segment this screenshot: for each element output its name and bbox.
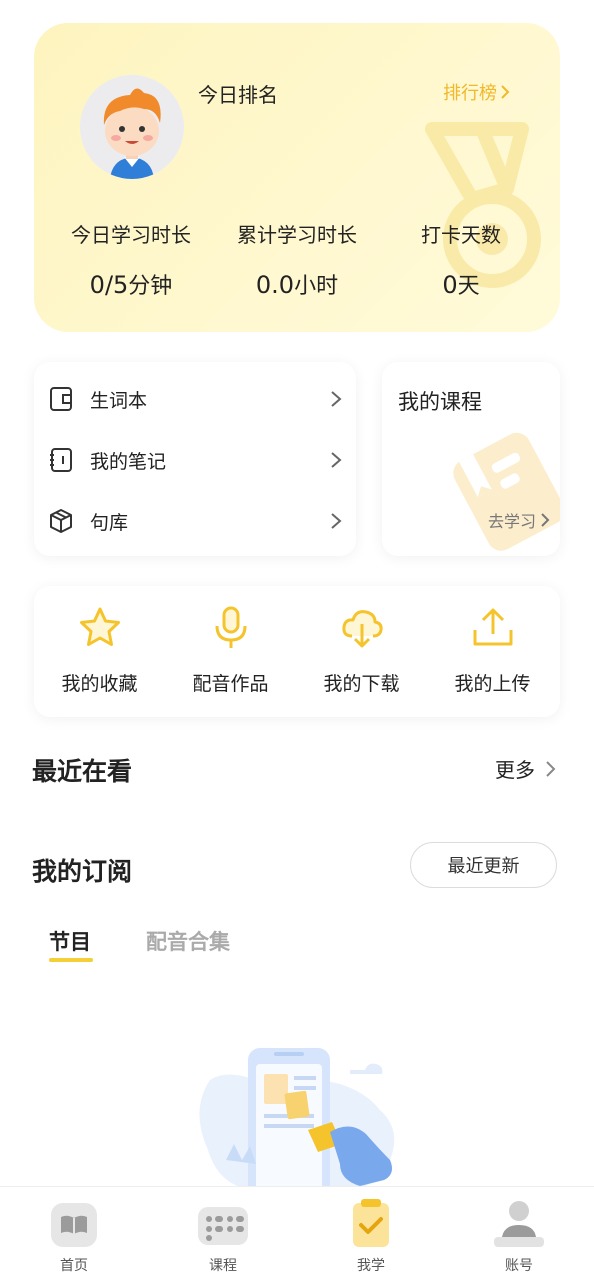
action-downloads[interactable]: 我的下载 — [296, 604, 427, 696]
user-icon — [494, 1201, 544, 1247]
leaderboard-link[interactable]: 排行榜 — [443, 79, 510, 105]
stat-number: 0.0 — [255, 271, 295, 299]
stat-unit: 分钟 — [128, 274, 173, 299]
nav-label: 我学 — [357, 1258, 385, 1274]
stat-value: 0.0小时 — [212, 268, 382, 300]
grid-icon — [198, 1207, 248, 1245]
action-uploads[interactable]: 我的上传 — [427, 604, 558, 696]
tool-wordbook[interactable]: 生词本 — [34, 379, 356, 419]
nav-label: 课程 — [209, 1258, 237, 1274]
active-tab-indicator — [49, 958, 93, 962]
action-label: 配音作品 — [192, 673, 269, 695]
chevron-right-icon — [331, 452, 342, 468]
stat-label: 今日学习时长 — [71, 223, 191, 247]
stat-label: 打卡天数 — [421, 223, 501, 247]
my-courses-card[interactable]: 我的课程 去学习 — [382, 362, 560, 556]
chevron-right-icon — [541, 513, 550, 527]
stat-value: 0天 — [376, 268, 546, 300]
star-icon — [79, 607, 120, 646]
stat-unit: 天 — [457, 274, 480, 299]
nav-my-study[interactable]: 我学 — [316, 1197, 426, 1275]
tab-programs[interactable]: 节目 — [49, 926, 91, 956]
nav-courses[interactable]: 课程 — [168, 1197, 278, 1275]
stat-value: 0/5分钟 — [46, 268, 216, 300]
microphone-icon — [215, 606, 246, 648]
tool-sentences[interactable]: 句库 — [34, 501, 356, 541]
go-study-label: 去学习 — [488, 512, 537, 531]
cloud-download-icon — [341, 610, 383, 648]
rank-title: 今日排名 — [198, 83, 278, 107]
study-tools-card: 生词本 我的笔记 句库 — [34, 362, 356, 556]
course-title: 我的课程 — [398, 390, 482, 414]
more-label: 更多 — [495, 758, 535, 782]
recent-update-button[interactable]: 最近更新 — [410, 842, 557, 888]
stat-unit: 小时 — [294, 274, 339, 299]
go-study-link[interactable]: 去学习 — [488, 508, 550, 532]
action-label: 我的上传 — [454, 673, 531, 695]
nav-account[interactable]: 账号 — [464, 1197, 574, 1275]
course-book-icon — [453, 432, 560, 551]
notebook-icon — [50, 448, 72, 472]
book-icon — [51, 1203, 97, 1247]
tool-notes[interactable]: 我的笔记 — [34, 440, 356, 480]
stat-checkin-days: 打卡天数 0天 — [376, 219, 546, 300]
leaderboard-label: 排行榜 — [443, 83, 497, 104]
stat-total-time: 累计学习时长 0.0小时 — [212, 219, 382, 300]
tool-label: 生词本 — [90, 389, 148, 412]
study-stats-card: 今日排名 排行榜 今日学习时长 0/5分钟 累计学习时长 0.0小时 打卡天数 … — [34, 23, 560, 332]
nav-label: 账号 — [505, 1258, 533, 1274]
tab-dubbing-collections[interactable]: 配音合集 — [146, 926, 230, 956]
action-favorites[interactable]: 我的收藏 — [34, 604, 165, 696]
action-label: 我的收藏 — [61, 673, 138, 695]
chevron-right-icon — [331, 513, 342, 529]
nav-home[interactable]: 首页 — [19, 1197, 129, 1275]
action-dubbing-works[interactable]: 配音作品 — [165, 604, 296, 696]
stat-number: 0/5 — [89, 271, 129, 299]
chevron-right-icon — [501, 85, 510, 99]
chevron-right-icon — [331, 391, 342, 407]
quick-actions-card: 我的收藏 配音作品 我的下载 我的上传 — [34, 586, 560, 717]
upload-icon — [473, 608, 512, 646]
subscription-section-title: 我的订阅 — [32, 857, 133, 886]
bottom-navigation: 首页 课程 我学 账号 — [0, 1186, 594, 1280]
clipboard-check-icon — [353, 1199, 389, 1247]
cube-icon — [50, 509, 72, 533]
avatar[interactable] — [80, 75, 184, 179]
stat-today-time: 今日学习时长 0/5分钟 — [46, 219, 216, 300]
avatar-image — [80, 75, 184, 179]
nav-label: 首页 — [60, 1258, 88, 1274]
wordbook-icon — [50, 387, 72, 411]
stat-label: 累计学习时长 — [237, 223, 357, 247]
recent-section-title: 最近在看 — [32, 757, 133, 786]
stat-number: 0 — [442, 271, 458, 299]
tool-label: 我的笔记 — [90, 450, 167, 473]
more-link[interactable]: 更多 — [495, 754, 556, 783]
empty-state-illustration — [199, 1048, 395, 1190]
action-label: 我的下载 — [323, 673, 400, 695]
chevron-right-icon — [546, 760, 556, 777]
tool-label: 句库 — [90, 511, 129, 534]
